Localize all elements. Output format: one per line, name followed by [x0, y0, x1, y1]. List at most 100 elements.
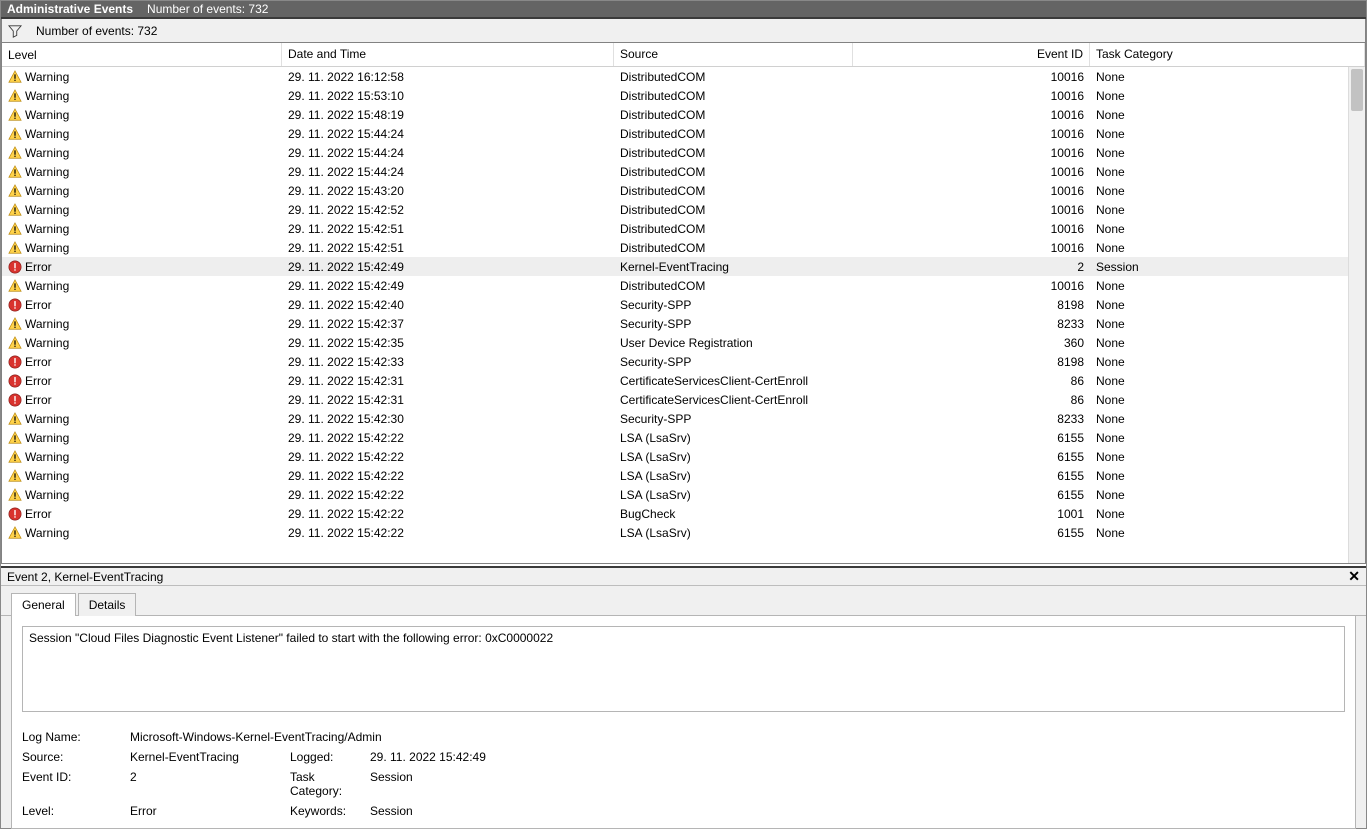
row-level: Error — [25, 298, 52, 312]
row-taskcat: None — [1090, 506, 1365, 522]
col-header-level[interactable]: Level — [2, 43, 282, 66]
warning-icon — [8, 108, 22, 122]
table-row[interactable]: Warning29. 11. 2022 16:12:58DistributedC… — [2, 67, 1365, 86]
filter-count: Number of events: 732 — [36, 24, 157, 38]
error-icon — [8, 260, 22, 274]
prop-logname-value: Microsoft-Windows-Kernel-EventTracing/Ad… — [130, 730, 1345, 744]
row-eventid: 10016 — [853, 240, 1090, 256]
table-row[interactable]: Warning29. 11. 2022 15:42:51DistributedC… — [2, 219, 1365, 238]
row-taskcat: None — [1090, 525, 1365, 541]
row-level: Warning — [25, 184, 69, 198]
row-source: Kernel-EventTracing — [614, 259, 853, 275]
event-properties: Log Name: Microsoft-Windows-Kernel-Event… — [22, 730, 1345, 818]
row-level: Warning — [25, 431, 69, 445]
col-header-taskcat[interactable]: Task Category — [1090, 43, 1365, 66]
table-row[interactable]: Warning29. 11. 2022 15:44:24DistributedC… — [2, 162, 1365, 181]
prop-source-value: Kernel-EventTracing — [130, 750, 290, 764]
row-level: Warning — [25, 526, 69, 540]
tab-general[interactable]: General — [11, 593, 76, 616]
warning-icon — [8, 127, 22, 141]
row-date: 29. 11. 2022 15:42:31 — [282, 373, 614, 389]
table-row[interactable]: Warning29. 11. 2022 15:42:35User Device … — [2, 333, 1365, 352]
table-row[interactable]: Warning29. 11. 2022 15:44:24DistributedC… — [2, 124, 1365, 143]
warning-icon — [8, 70, 22, 84]
table-row[interactable]: Warning29. 11. 2022 15:42:51DistributedC… — [2, 238, 1365, 257]
table-row[interactable]: Warning29. 11. 2022 15:42:22LSA (LsaSrv)… — [2, 523, 1365, 542]
error-icon — [8, 507, 22, 521]
filter-icon[interactable] — [8, 24, 22, 38]
row-source: DistributedCOM — [614, 69, 853, 85]
row-eventid: 360 — [853, 335, 1090, 351]
prop-eventid-label: Event ID: — [22, 770, 130, 798]
row-level: Warning — [25, 412, 69, 426]
row-level: Warning — [25, 108, 69, 122]
col-header-eventid[interactable]: Event ID — [853, 43, 1090, 66]
prop-logged-value: 29. 11. 2022 15:42:49 — [370, 750, 1345, 764]
table-row[interactable]: Warning 29. 11. 2022 15:43:20DistributedC… — [2, 181, 1365, 200]
row-date: 29. 11. 2022 15:53:10 — [282, 88, 614, 104]
col-header-date[interactable]: Date and Time — [282, 43, 614, 66]
table-row[interactable]: Warning29. 11. 2022 15:42:22LSA (LsaSrv)… — [2, 447, 1365, 466]
error-icon — [8, 355, 22, 369]
table-row[interactable]: Error29. 11. 2022 15:42:40Security-SPP81… — [2, 295, 1365, 314]
event-message[interactable]: Session "Cloud Files Diagnostic Event Li… — [22, 626, 1345, 712]
table-row[interactable]: Warning29. 11. 2022 15:42:52DistributedC… — [2, 200, 1365, 219]
table-row[interactable]: Warning29. 11. 2022 15:42:22LSA (LsaSrv)… — [2, 485, 1365, 504]
row-taskcat: None — [1090, 316, 1365, 332]
row-eventid: 6155 — [853, 525, 1090, 541]
table-row[interactable]: Warning29. 11. 2022 15:48:19DistributedC… — [2, 105, 1365, 124]
row-level: Warning — [25, 70, 69, 84]
row-source: LSA (LsaSrv) — [614, 468, 853, 484]
row-level: Error — [25, 374, 52, 388]
row-date: 29. 11. 2022 15:42:49 — [282, 278, 614, 294]
table-row[interactable]: Error29. 11. 2022 15:42:31CertificateSer… — [2, 371, 1365, 390]
row-source: LSA (LsaSrv) — [614, 430, 853, 446]
row-taskcat: None — [1090, 69, 1365, 85]
error-icon — [8, 393, 22, 407]
warning-icon — [8, 317, 22, 331]
details-title: Event 2, Kernel-EventTracing — [7, 570, 163, 584]
col-header-source[interactable]: Source — [614, 43, 853, 66]
table-row[interactable]: Warning29. 11. 2022 15:42:22LSA (LsaSrv)… — [2, 466, 1365, 485]
row-source: DistributedCOM — [614, 164, 853, 180]
row-level: Warning — [25, 89, 69, 103]
row-date: 29. 11. 2022 15:42:22 — [282, 468, 614, 484]
table-row[interactable]: Error29. 11. 2022 15:42:31CertificateSer… — [2, 390, 1365, 409]
table-row[interactable]: Warning29. 11. 2022 15:42:30Security-SPP… — [2, 409, 1365, 428]
tab-details[interactable]: Details — [78, 593, 137, 616]
table-row[interactable]: Warning29. 11. 2022 15:44:24DistributedC… — [2, 143, 1365, 162]
row-taskcat: None — [1090, 278, 1365, 294]
row-eventid: 8233 — [853, 411, 1090, 427]
row-date: 29. 11. 2022 15:42:40 — [282, 297, 614, 313]
row-level: Warning — [25, 165, 69, 179]
row-eventid: 10016 — [853, 126, 1090, 142]
table-row[interactable]: Error29. 11. 2022 15:42:49Kernel-EventTr… — [2, 257, 1365, 276]
warning-icon — [8, 279, 22, 293]
row-eventid: 6155 — [853, 487, 1090, 503]
row-date: 29. 11. 2022 15:42:52 — [282, 202, 614, 218]
list-scrollbar[interactable] — [1348, 67, 1365, 563]
table-row[interactable]: Error29. 11. 2022 15:42:33Security-SPP81… — [2, 352, 1365, 371]
row-date: 29. 11. 2022 15:44:24 — [282, 145, 614, 161]
warning-icon — [8, 488, 22, 502]
table-row[interactable]: Warning29. 11. 2022 15:53:10DistributedC… — [2, 86, 1365, 105]
table-row[interactable]: Warning29. 11. 2022 15:42:49DistributedC… — [2, 276, 1365, 295]
row-taskcat: None — [1090, 202, 1365, 218]
row-eventid: 2 — [853, 259, 1090, 275]
row-eventid: 6155 — [853, 449, 1090, 465]
close-icon[interactable]: ✕ — [1348, 568, 1360, 585]
row-eventid: 10016 — [853, 221, 1090, 237]
row-date: 29. 11. 2022 15:43:20 — [282, 183, 614, 199]
row-eventid: 86 — [853, 373, 1090, 389]
prop-taskcat-label: Task Category: — [290, 770, 370, 798]
row-taskcat: None — [1090, 221, 1365, 237]
row-source: DistributedCOM — [614, 183, 853, 199]
scrollbar-thumb[interactable] — [1351, 69, 1363, 111]
table-row[interactable]: Warning29. 11. 2022 15:42:37Security-SPP… — [2, 314, 1365, 333]
table-row[interactable]: Error29. 11. 2022 15:42:22BugCheck1001No… — [2, 504, 1365, 523]
table-row[interactable]: Warning29. 11. 2022 15:42:22LSA (LsaSrv)… — [2, 428, 1365, 447]
row-taskcat: None — [1090, 240, 1365, 256]
row-date: 29. 11. 2022 15:42:22 — [282, 487, 614, 503]
row-source: Security-SPP — [614, 316, 853, 332]
row-eventid: 8198 — [853, 297, 1090, 313]
